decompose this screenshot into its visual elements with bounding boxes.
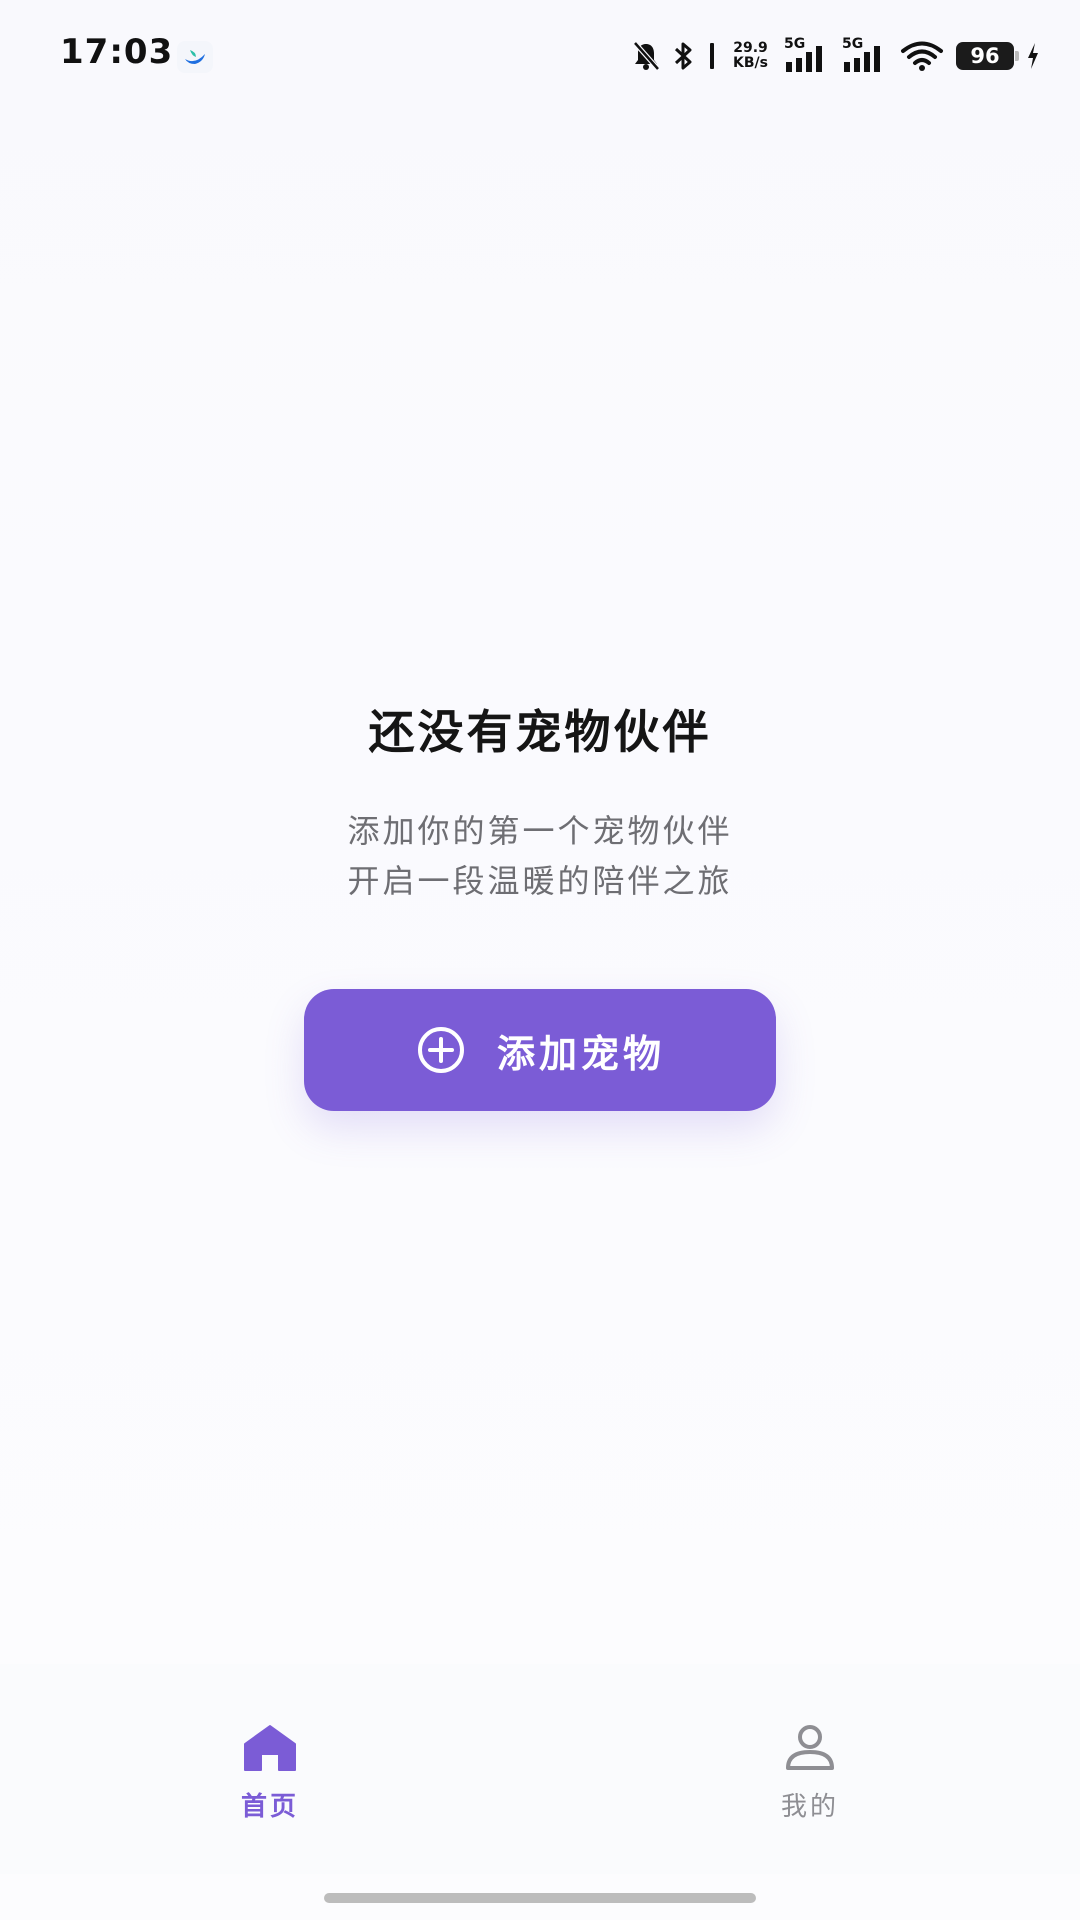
plus-circle-icon xyxy=(417,1027,464,1073)
empty-state-title: 还没有宠物伙伴 xyxy=(368,705,712,759)
battery-level: 96 xyxy=(970,44,1000,68)
signal-5g-1: 5G xyxy=(784,36,830,74)
signal-5g-2: 5G xyxy=(842,36,888,74)
add-pet-button[interactable]: 添加宠物 xyxy=(304,989,776,1111)
nav-item-mine-label: 我的 xyxy=(780,1792,839,1822)
status-bar: 17:03 29.9 KB/s 5G 5G 96 xyxy=(0,0,1080,114)
add-pet-button-label: 添加宠物 xyxy=(496,1033,665,1076)
signal-icon xyxy=(786,46,822,72)
bottom-nav: 首页 我的 xyxy=(0,1664,1080,1874)
charging-icon xyxy=(1028,43,1038,69)
mute-bell-icon xyxy=(633,41,660,71)
description-line-2: 开启一段温暖的陪伴之旅 xyxy=(347,862,733,900)
net-speed-value: 29.9 xyxy=(733,40,768,56)
nav-item-home[interactable]: 首页 xyxy=(170,1724,370,1823)
empty-state-description: 添加你的第一个宠物伙伴 开启一段温暖的陪伴之旅 xyxy=(0,806,1080,906)
status-time: 17:03 xyxy=(60,32,174,72)
home-indicator[interactable] xyxy=(324,1893,756,1903)
nav-item-home-label: 首页 xyxy=(240,1792,299,1822)
net-speed: 29.9 KB/s xyxy=(733,41,768,71)
status-icons: 29.9 KB/s 5G 5G 96 xyxy=(631,36,1040,76)
bluetooth-icon xyxy=(675,42,692,70)
wifi-icon xyxy=(901,41,943,71)
net-speed-unit: KB/s xyxy=(733,55,768,71)
description-line-1: 添加你的第一个宠物伙伴 xyxy=(347,812,733,850)
vibrate-icon xyxy=(710,43,715,69)
home-icon xyxy=(244,1725,296,1771)
screen: 17:03 29.9 KB/s 5G 5G 96 还没有宠物伙伴 添加你的第一个… xyxy=(0,0,1080,1920)
battery-icon: 96 xyxy=(956,42,1019,70)
user-icon xyxy=(786,1725,834,1770)
app-notification-icon xyxy=(177,41,213,73)
signal-icon xyxy=(844,46,880,72)
empty-state: 还没有宠物伙伴 添加你的第一个宠物伙伴 开启一段温暖的陪伴之旅 xyxy=(0,700,1080,906)
nav-item-mine[interactable]: 我的 xyxy=(710,1724,910,1823)
